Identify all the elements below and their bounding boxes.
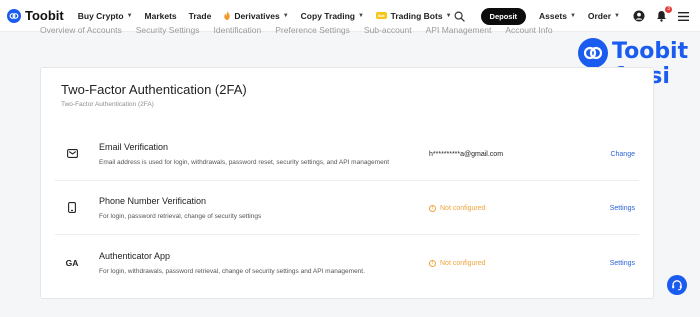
chevron-down-icon: ▼ bbox=[282, 12, 289, 19]
nav-copy-trading-label: Copy Trading bbox=[300, 10, 355, 21]
user-avatar-icon[interactable] bbox=[632, 9, 646, 23]
phone-settings-button[interactable]: Settings bbox=[610, 205, 635, 212]
row-title: Phone Number Verification bbox=[99, 196, 207, 206]
watermark-logo-icon bbox=[578, 38, 608, 68]
email-icon bbox=[65, 147, 79, 161]
brand-name: Toobit bbox=[25, 8, 64, 23]
brand-logo-link[interactable]: Toobit bbox=[7, 8, 64, 23]
status-text: h**********a@gmail.com bbox=[429, 151, 504, 158]
nav-copy-trading[interactable]: Copy Trading ▼ bbox=[301, 11, 364, 21]
main-nav: Buy Crypto ▼ Markets Trade Derivatives ▼… bbox=[78, 11, 464, 21]
email-address-value: h**********a@gmail.com bbox=[429, 151, 503, 158]
nav-buy-crypto-label: Buy Crypto bbox=[77, 10, 124, 21]
tab-account-info[interactable]: Account Info bbox=[505, 26, 552, 35]
list-item-email-verification: Email Verification Email address is used… bbox=[55, 127, 639, 181]
card-subtitle: Two-Factor Authentication (2FA) bbox=[61, 101, 154, 108]
nav-assets[interactable]: Assets ▼ bbox=[539, 11, 576, 21]
row-title: Authenticator App bbox=[99, 251, 171, 261]
bell-icon[interactable]: 3 bbox=[654, 6, 672, 23]
tab-preference-settings[interactable]: Preference Settings bbox=[275, 26, 350, 35]
bot-badge-icon: Bot bbox=[375, 12, 387, 19]
warning-icon: ! bbox=[429, 260, 436, 267]
nav-order[interactable]: Order ▼ bbox=[588, 11, 620, 21]
warning-icon: ! bbox=[429, 205, 436, 212]
two-factor-card: Two-Factor Authentication (2FA) Two-Fact… bbox=[40, 67, 654, 299]
toobit-logo-icon bbox=[7, 8, 21, 23]
tab-security-settings[interactable]: Security Settings bbox=[136, 26, 200, 35]
card-title: Two-Factor Authentication (2FA) bbox=[61, 82, 247, 97]
support-chat-icon[interactable] bbox=[667, 275, 687, 295]
nav-trading-bots[interactable]: Bot Trading Bots ▼ bbox=[375, 10, 452, 21]
phone-icon bbox=[65, 201, 79, 215]
tab-overview[interactable]: Overview of Accounts bbox=[40, 26, 122, 35]
nav-markets[interactable]: Markets bbox=[145, 11, 177, 21]
status-badge: ! Not configured bbox=[429, 260, 486, 267]
tab-sub-account[interactable]: Sub-account bbox=[364, 26, 412, 35]
nav-trade[interactable]: Trade bbox=[189, 11, 212, 21]
row-description: For login, withdrawals, password retriev… bbox=[99, 268, 365, 275]
authenticator-ga-icon: GA bbox=[65, 258, 79, 268]
nav-markets-label: Markets bbox=[144, 10, 177, 21]
row-title: Email Verification bbox=[99, 142, 169, 152]
nav-trade-label: Trade bbox=[188, 10, 212, 21]
tab-identification[interactable]: Identification bbox=[214, 26, 262, 35]
status-text: Not configured bbox=[440, 205, 486, 212]
nav-derivatives-label: Derivatives bbox=[234, 10, 280, 21]
watermark-text-line1: Toobit bbox=[612, 39, 689, 64]
chevron-down-icon: ▼ bbox=[614, 13, 620, 19]
menu-icon[interactable] bbox=[676, 9, 690, 23]
chevron-down-icon: ▼ bbox=[445, 12, 452, 19]
notification-count-badge: 3 bbox=[665, 6, 672, 13]
list-item-authenticator-app: GA Authenticator App For login, withdraw… bbox=[55, 236, 639, 290]
search-icon[interactable] bbox=[453, 9, 467, 23]
account-subtabs: Overview of Accounts Security Settings I… bbox=[40, 26, 567, 40]
nav-derivatives[interactable]: Derivatives ▼ bbox=[223, 10, 289, 21]
fire-icon bbox=[224, 11, 231, 20]
nav-trading-bots-label: Trading Bots bbox=[390, 10, 443, 21]
nav-buy-crypto[interactable]: Buy Crypto ▼ bbox=[78, 11, 133, 21]
deposit-button[interactable]: Deposit bbox=[480, 7, 527, 25]
status-badge: ! Not configured bbox=[429, 205, 486, 212]
chevron-down-icon: ▼ bbox=[126, 12, 133, 19]
list-item-phone-verification: Phone Number Verification For login, pas… bbox=[55, 181, 639, 235]
chevron-down-icon: ▼ bbox=[357, 12, 364, 19]
authenticator-settings-button[interactable]: Settings bbox=[610, 260, 635, 267]
status-text: Not configured bbox=[440, 260, 486, 267]
tab-api-management[interactable]: API Management bbox=[426, 26, 492, 35]
nav-assets-label: Assets bbox=[539, 11, 567, 21]
row-description: Email address is used for login, withdra… bbox=[99, 159, 390, 166]
change-email-button[interactable]: Change bbox=[610, 151, 635, 158]
nav-order-label: Order bbox=[587, 11, 612, 21]
row-description: For login, password retrieval, change of… bbox=[99, 213, 262, 220]
chevron-down-icon: ▼ bbox=[569, 13, 576, 19]
